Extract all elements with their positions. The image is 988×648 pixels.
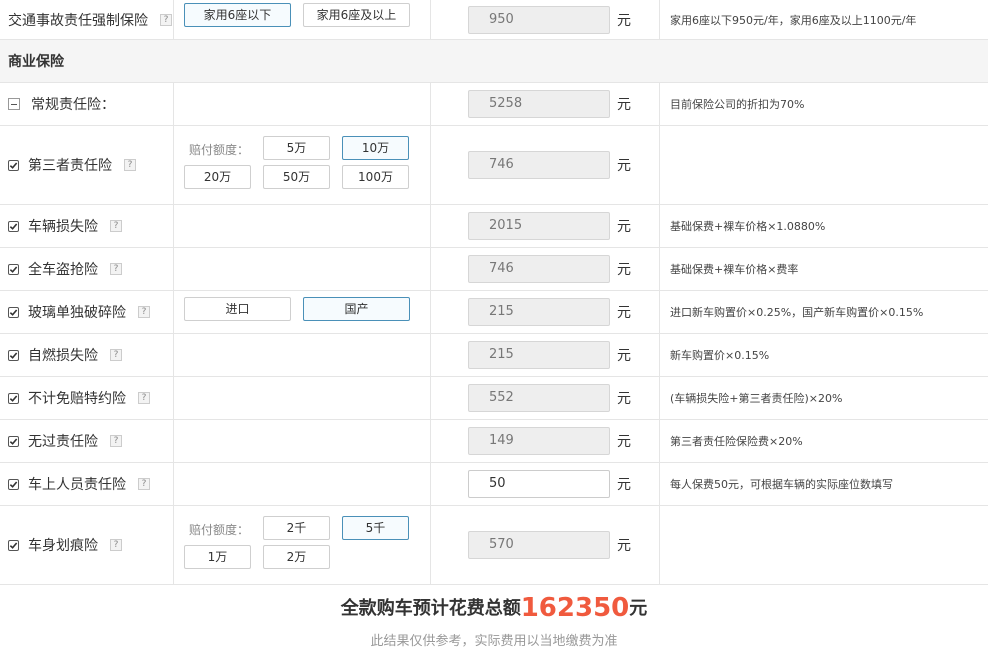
option-100k[interactable]: 10万 [342,136,409,160]
checkbox-checked-icon[interactable] [8,306,19,318]
passenger-liability-note: 每人保费50元，可根据车辆的实际座位数填写 [670,478,893,491]
glass-breakage-note: 进口新车购置价×0.25%，国产新车购置价×0.15% [670,306,924,319]
option-5k[interactable]: 5千 [342,516,409,540]
help-icon[interactable]: ? [138,306,150,318]
third-party-amount: 746 [468,151,610,179]
checkbox-checked-icon[interactable] [8,539,19,551]
vehicle-loss-note: 基础保费+裸车价格×1.0880% [670,220,826,233]
unit-label: 元 [617,538,631,554]
compulsory-amount-field: 950 [468,5,610,34]
checkbox-checked-icon[interactable] [8,159,19,171]
glass-breakage-row: 玻璃单独破碎险 ? 进口 国产 215 元 进口新车购置价×0.25%，国产新车… [0,291,988,334]
unit-label: 元 [617,12,631,29]
section-title: 商业保险 [8,54,64,70]
no-fault-label: 无过责任险 [28,434,98,450]
summary-footer: 全款购车预计花费总额162350元 此结果仅供参考，实际费用以当地缴费为准 [0,585,988,648]
commercial-insurance-section: 商业保险 [0,40,988,83]
checkbox-checked-icon[interactable] [8,263,19,275]
option-10k[interactable]: 1万 [184,545,251,569]
help-icon[interactable]: ? [138,392,150,404]
option-family-6-seats-plus[interactable]: 家用6座及以上 [303,3,410,27]
option-2k[interactable]: 2千 [263,516,330,540]
compulsory-note: 家用6座以下950元/年，家用6座及以上1100元/年 [670,13,917,27]
option-20k[interactable]: 2万 [263,545,330,569]
unit-label: 元 [617,97,631,113]
self-ignition-row: 自燃损失险 ? 215 元 新车购置价×0.15% [0,334,988,377]
general-liability-row: 常规责任险： 5258 元 目前保险公司的折扣为70% [0,83,988,126]
no-fault-row: 无过责任险 ? 149 元 第三者责任险保险费×20% [0,420,988,463]
theft-note: 基础保费+裸车价格×费率 [670,263,799,276]
unit-label: 元 [617,391,631,407]
help-icon[interactable]: ? [160,13,172,26]
body-scratch-row: 车身划痕险 ? 赔付额度： 2千 5千 1万 2万 570 元 [0,506,988,585]
general-liability-note: 目前保险公司的折扣为70% [670,98,805,111]
help-icon[interactable]: ? [138,478,150,490]
self-ignition-amount: 215 [468,341,610,369]
option-domestic[interactable]: 国产 [303,297,410,321]
deductible-waiver-note: (车辆损失险+第三者责任险)×20% [670,392,843,405]
checkbox-checked-icon[interactable] [8,435,19,447]
insurance-table: 交通事故责任强制保险 ? 家用6座以下 家用6座及以上 950 元 家用6座以下… [0,0,988,585]
unit-label: 元 [617,158,631,174]
glass-breakage-amount: 215 [468,298,610,326]
option-1m[interactable]: 100万 [342,165,409,189]
help-icon[interactable]: ? [110,435,122,447]
self-ignition-label: 自燃损失险 [28,348,98,364]
general-liability-label: 常规责任险： [31,97,115,113]
help-icon[interactable]: ? [110,220,122,232]
no-fault-note: 第三者责任险保险费×20% [670,435,803,448]
checkbox-checked-icon[interactable] [8,349,19,361]
glass-breakage-label: 玻璃单独破碎险 [28,305,126,321]
body-scratch-label: 车身划痕险 [28,538,98,554]
total-cost-line: 全款购车预计花费总额162350元 [0,593,988,623]
option-200k[interactable]: 20万 [184,165,251,189]
help-icon[interactable]: ? [110,263,122,275]
compulsory-insurance-label: 交通事故责任强制保险 ? [8,10,172,30]
unit-label: 元 [617,305,631,321]
self-ignition-note: 新车购置价×0.15% [670,349,770,362]
unit-label: 元 [617,477,631,493]
help-icon[interactable]: ? [110,539,122,551]
checkbox-checked-icon[interactable] [8,478,19,490]
option-imported[interactable]: 进口 [184,297,291,321]
compulsory-insurance-row: 交通事故责任强制保险 ? 家用6座以下 家用6座及以上 950 元 家用6座以下… [0,0,988,40]
total-cost-value: 162350 [520,593,630,623]
vehicle-loss-row: 车辆损失险 ? 2015 元 基础保费+裸车价格×1.0880% [0,205,988,248]
third-party-liability-label: 第三者责任险 [28,158,112,174]
checkbox-checked-icon[interactable] [8,392,19,404]
vehicle-loss-label: 车辆损失险 [28,219,98,235]
deductible-waiver-amount: 552 [468,384,610,412]
third-party-liability-row: 第三者责任险 ? 赔付额度： 5万 10万 20万 50万 100万 746 元 [0,126,988,205]
unit-label: 元 [617,434,631,450]
general-liability-amount: 5258 [468,90,610,118]
vehicle-loss-amount: 2015 [468,212,610,240]
total-prefix: 全款购车预计花费总额 [340,598,521,619]
help-icon[interactable]: ? [124,159,136,171]
total-suffix: 元 [629,598,648,619]
option-family-under-6-seats[interactable]: 家用6座以下 [184,3,291,27]
unit-label: 元 [617,262,631,278]
option-50k[interactable]: 5万 [263,136,330,160]
no-fault-amount: 149 [468,427,610,455]
passenger-amount-input[interactable]: 50 [468,470,610,498]
passenger-liability-label: 车上人员责任险 [28,477,126,493]
collapse-icon[interactable] [8,98,20,110]
checkbox-checked-icon[interactable] [8,220,19,232]
coverage-caption: 赔付额度： [189,523,250,537]
help-icon[interactable]: ? [110,349,122,361]
deductible-waiver-label: 不计免赔特约险 [28,391,126,407]
theft-label: 全车盗抢险 [28,262,98,278]
option-500k[interactable]: 50万 [263,165,330,189]
theft-amount: 746 [468,255,610,283]
disclaimer-text: 此结果仅供参考，实际费用以当地缴费为准 [370,634,618,648]
theft-row: 全车盗抢险 ? 746 元 基础保费+裸车价格×费率 [0,248,988,291]
unit-label: 元 [617,348,631,364]
passenger-liability-row: 车上人员责任险 ? 50 元 每人保费50元，可根据车辆的实际座位数填写 [0,463,988,506]
body-scratch-amount: 570 [468,531,610,559]
unit-label: 元 [617,219,631,235]
coverage-caption: 赔付额度： [189,143,250,157]
deductible-waiver-row: 不计免赔特约险 ? 552 元 (车辆损失险+第三者责任险)×20% [0,377,988,420]
